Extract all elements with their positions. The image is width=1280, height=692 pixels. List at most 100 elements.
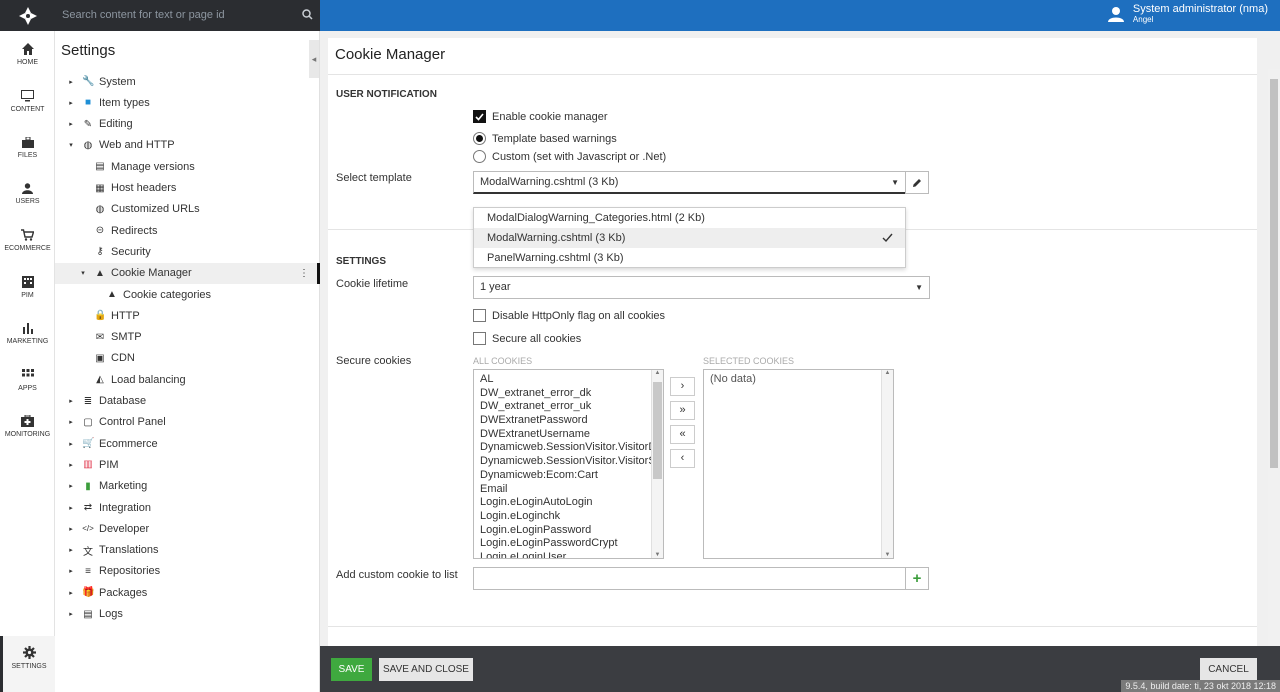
save-button[interactable]: SAVE bbox=[331, 658, 372, 681]
rail-item-pim[interactable]: PIM bbox=[0, 276, 55, 299]
caret-right-icon[interactable]: ▸ bbox=[67, 525, 75, 533]
cookie-list-item[interactable]: Login.eLoginPasswordCrypt bbox=[474, 537, 663, 551]
tree-node[interactable]: ▸ </> Developer bbox=[55, 518, 319, 539]
disable-httponly-checkbox[interactable]: Disable HttpOnly flag on all cookies bbox=[473, 309, 665, 322]
cookie-list-item[interactable]: DWExtranetPassword bbox=[474, 414, 663, 428]
caret-down-icon[interactable]: ▾ bbox=[67, 141, 75, 149]
rail-item-settings[interactable]: SETTINGS bbox=[0, 636, 55, 692]
custom-radio[interactable]: Custom (set with Javascript or .Net) bbox=[473, 150, 666, 163]
caret-right-icon[interactable]: ▸ bbox=[67, 78, 75, 86]
template-option[interactable]: ModalDialogWarning_Categories.html (2 Kb… bbox=[474, 208, 905, 228]
move-all-left-button[interactable]: « bbox=[670, 425, 695, 444]
rail-item-users[interactable]: USERS bbox=[0, 183, 55, 205]
rail-item-ecommerce[interactable]: ECOMMERCE bbox=[0, 229, 55, 252]
template-option-selected[interactable]: ModalWarning.cshtml (3 Kb) bbox=[474, 228, 905, 248]
tree-node[interactable]: ▸ ▢ Control Panel bbox=[55, 412, 319, 433]
tree-node[interactable]: ▸ ▤ Logs bbox=[55, 604, 319, 625]
caret-right-icon[interactable]: ▸ bbox=[67, 120, 75, 128]
tree-node[interactable]: ▸ 🛒 Ecommerce bbox=[55, 433, 319, 454]
edit-template-button[interactable] bbox=[905, 171, 929, 194]
scrollbar[interactable]: ▲ ▼ bbox=[881, 370, 893, 558]
tree-node[interactable]: ▾ ▲ Cookie Manager ⋮ bbox=[55, 262, 320, 284]
move-all-right-button[interactable]: » bbox=[670, 401, 695, 420]
all-cookies-list[interactable]: AL DW_extranet_error_dk DW_extranet_error_… bbox=[473, 369, 664, 559]
scrollbar[interactable]: ▲ ▼ bbox=[651, 370, 663, 558]
tree-node[interactable]: ▸ ⇄ Integration bbox=[55, 497, 319, 518]
custom-cookie-input[interactable] bbox=[473, 567, 906, 590]
caret-right-icon[interactable]: ▸ bbox=[67, 461, 75, 469]
tree-node[interactable]: 🔒 HTTP bbox=[55, 305, 319, 326]
caret-right-icon[interactable]: ▸ bbox=[67, 589, 75, 597]
scrollbar-thumb[interactable] bbox=[1270, 79, 1278, 468]
caret-right-icon[interactable]: ▸ bbox=[67, 482, 75, 490]
tree-node[interactable]: ▣ CDN bbox=[55, 348, 319, 369]
tree-node[interactable]: ◭ Load balancing bbox=[55, 369, 319, 390]
tree-node[interactable]: ▸ ▮ Marketing bbox=[55, 476, 319, 497]
add-cookie-button[interactable]: + bbox=[905, 567, 929, 590]
tree-node[interactable]: ▲ Cookie categories bbox=[55, 284, 319, 305]
tree-node[interactable]: ▤ Manage versions bbox=[55, 156, 319, 177]
caret-right-icon[interactable]: ▸ bbox=[67, 397, 75, 405]
cookie-lifetime-select[interactable]: 1 year ▼ bbox=[473, 276, 930, 299]
tree-node[interactable]: ▦ Host headers bbox=[55, 178, 319, 199]
tree-node[interactable]: ✉ SMTP bbox=[55, 327, 319, 348]
cookie-list-item[interactable]: Dynamicweb.SessionVisitor.VisitorDyna bbox=[474, 441, 663, 455]
caret-right-icon[interactable]: ▸ bbox=[67, 567, 75, 575]
secure-all-cookies-checkbox[interactable]: Secure all cookies bbox=[473, 332, 581, 345]
selected-cookies-list[interactable]: (No data) ▲ ▼ bbox=[703, 369, 894, 559]
search-icon[interactable] bbox=[302, 9, 313, 20]
cancel-button[interactable]: CANCEL bbox=[1200, 658, 1257, 681]
caret-right-icon[interactable]: ▸ bbox=[67, 99, 75, 107]
template-select[interactable]: ModalWarning.cshtml (3 Kb) ▼ bbox=[473, 171, 906, 194]
more-vertical-icon[interactable]: ⋮ bbox=[299, 268, 309, 279]
tree-node[interactable]: ▸ 🔧 System bbox=[55, 71, 319, 92]
scroll-up-icon[interactable]: ▲ bbox=[652, 370, 663, 376]
scroll-down-icon[interactable]: ▼ bbox=[882, 552, 893, 558]
tree-node[interactable]: ▸ ■ Item types bbox=[55, 92, 319, 113]
tree-node[interactable]: ◍ Customized URLs bbox=[55, 199, 319, 220]
scrollbar-thumb[interactable] bbox=[653, 382, 662, 479]
tree-node[interactable]: ▸ ≡ Repositories bbox=[55, 561, 319, 582]
save-and-close-button[interactable]: SAVE AND CLOSE bbox=[379, 658, 473, 681]
tree-node[interactable]: ⊝ Redirects bbox=[55, 220, 319, 241]
cookie-list-item[interactable]: Login.eLoginchk bbox=[474, 510, 663, 524]
tree-node[interactable]: ▸ 文 Translations bbox=[55, 540, 319, 561]
rail-item-monitoring[interactable]: MONITORING bbox=[0, 415, 55, 438]
rail-item-home[interactable]: HOME bbox=[0, 43, 55, 66]
rail-item-apps[interactable]: APPS bbox=[0, 369, 55, 392]
cookie-list-item[interactable]: Email bbox=[474, 483, 663, 497]
tree-node[interactable]: ▸ ✎ Editing bbox=[55, 114, 319, 135]
cookie-list-item[interactable]: AL bbox=[474, 373, 663, 387]
rail-item-content[interactable]: CONTENT bbox=[0, 90, 55, 113]
cookie-list-item[interactable]: DW_extranet_error_uk bbox=[474, 400, 663, 414]
caret-right-icon[interactable]: ▸ bbox=[67, 546, 75, 554]
cookie-list-item[interactable]: Dynamicweb:Ecom:Cart bbox=[474, 469, 663, 483]
move-selected-left-button[interactable]: ‹ bbox=[670, 449, 695, 468]
cookie-list-item[interactable]: Login.eLoginUser bbox=[474, 551, 663, 558]
caret-right-icon[interactable]: ▸ bbox=[67, 418, 75, 426]
rail-item-files[interactable]: FILES bbox=[0, 137, 55, 159]
tree-node[interactable]: ▾ ◍ Web and HTTP bbox=[55, 135, 319, 156]
template-based-radio[interactable]: Template based warnings bbox=[473, 132, 617, 145]
caret-right-icon[interactable]: ▸ bbox=[67, 440, 75, 448]
tree-node[interactable]: ⚷ Security bbox=[55, 241, 319, 262]
user-menu[interactable]: System administrator (nma) Angel bbox=[1107, 3, 1268, 24]
move-selected-right-button[interactable]: › bbox=[670, 377, 695, 396]
cookie-list-item[interactable]: DWExtranetUsername bbox=[474, 428, 663, 442]
search-input[interactable]: Search content for text or page id bbox=[55, 0, 320, 31]
cookie-list-item[interactable]: Login.eLoginAutoLogin bbox=[474, 496, 663, 510]
caret-right-icon[interactable]: ▸ bbox=[67, 610, 75, 618]
tree-node[interactable]: ▸ 🎁 Packages bbox=[55, 582, 319, 603]
scroll-up-icon[interactable]: ▲ bbox=[882, 370, 893, 376]
scroll-down-icon[interactable]: ▼ bbox=[652, 552, 663, 558]
logo[interactable] bbox=[0, 0, 55, 31]
cookie-list-item[interactable]: Dynamicweb.SessionVisitor.VisitorSessi bbox=[474, 455, 663, 469]
caret-down-icon[interactable]: ▾ bbox=[79, 269, 87, 277]
tree-node[interactable]: ▸ ▥ PIM bbox=[55, 454, 319, 475]
cookie-list-item[interactable]: DW_extranet_error_dk bbox=[474, 387, 663, 401]
cookie-list-item[interactable]: Login.eLoginPassword bbox=[474, 524, 663, 538]
template-option[interactable]: PanelWarning.cshtml (3 Kb) bbox=[474, 248, 905, 268]
page-scrollbar[interactable] bbox=[1268, 69, 1280, 677]
enable-cookie-manager-checkbox[interactable]: Enable cookie manager bbox=[473, 110, 608, 123]
tree-node[interactable]: ▸ ≣ Database bbox=[55, 391, 319, 412]
